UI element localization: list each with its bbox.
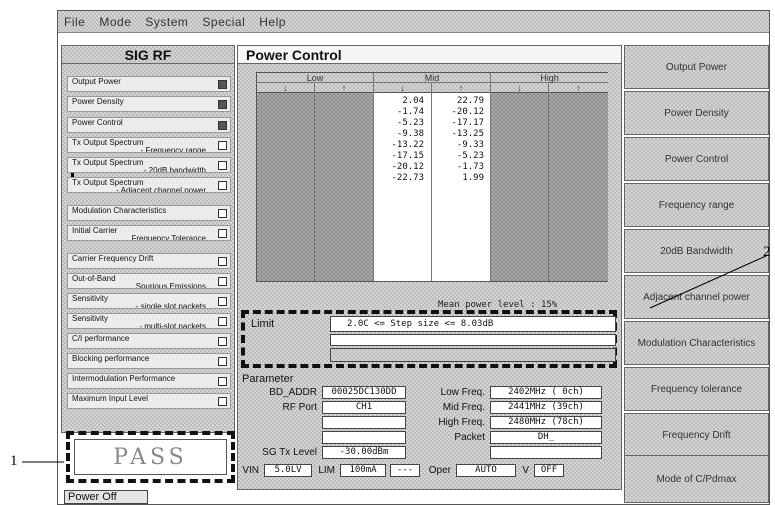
callout-leaders [22,255,767,463]
callout-leader-2 [649,255,767,309]
